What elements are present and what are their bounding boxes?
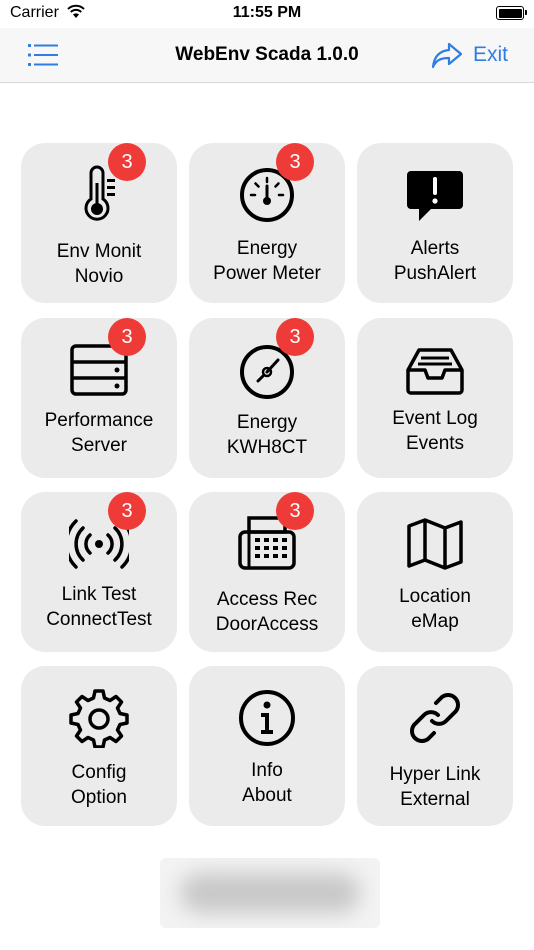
inbox-icon [406, 348, 464, 395]
status-time: 11:55 PM [232, 4, 302, 21]
tile-label-line2: Power Meter [213, 263, 321, 284]
tile-label-line1: Location [399, 586, 471, 607]
tile-alerts[interactable]: Alerts PushAlert [357, 143, 513, 303]
tile-label-line2: Events [405, 433, 465, 454]
tile-label-line2: KWH8CT [226, 437, 308, 458]
tile-info[interactable]: Info About [189, 666, 345, 826]
tile-label-line2: External [400, 789, 470, 810]
tile-label-line1: Energy [236, 412, 298, 433]
tile-access-rec[interactable]: 3 Access Rec DoorAccess [189, 492, 345, 652]
tile-label-line1: Energy [236, 238, 298, 259]
map-icon [407, 518, 463, 570]
tile-link-test[interactable]: 3 Link Test ConnectTest [21, 492, 177, 652]
status-bar: Carrier 11:55 PM [0, 0, 534, 28]
tile-location[interactable]: Location eMap [357, 492, 513, 652]
tile-label: Performance Server [21, 408, 177, 458]
tile-label: Config Option [21, 760, 177, 810]
tile-label-line2: Novio [74, 266, 124, 287]
share-arrow-icon [431, 42, 463, 69]
tile-label-line2: eMap [411, 611, 459, 632]
tile-event-log[interactable]: Event Log Events [357, 318, 513, 478]
tile-label: Access Rec DoorAccess [189, 587, 345, 637]
tile-label: Link Test ConnectTest [21, 582, 177, 632]
tile-label: Info About [189, 758, 345, 808]
tile-label-line1: Link Test [61, 584, 137, 605]
tile-label-line1: Config [71, 762, 127, 783]
battery-icon [496, 6, 527, 20]
tile-label-line2: Server [71, 435, 127, 456]
tile-label: Energy Power Meter [189, 236, 345, 286]
tile-energy-power-meter[interactable]: 3 Energy Power Meter [189, 143, 345, 303]
tile-label: Energy KWH8CT [189, 410, 345, 460]
navigation-bar: WebEnv Scada 1.0.0 Exit [0, 28, 534, 83]
gear-icon [69, 689, 129, 748]
tile-label-line1: Env Monit [56, 241, 142, 262]
notification-badge: 3 [276, 318, 314, 356]
tile-performance[interactable]: 3 Performance Server [21, 318, 177, 478]
tile-label-line2: ConnectTest [46, 609, 152, 630]
exit-button[interactable]: Exit [431, 40, 508, 70]
notification-badge: 3 [108, 318, 146, 356]
tile-label-line2: About [242, 785, 292, 806]
tile-label-line2: Option [71, 787, 127, 808]
notification-badge: 3 [276, 143, 314, 181]
notification-badge: 3 [108, 492, 146, 530]
tile-label-line1: Event Log [392, 408, 478, 429]
notification-badge: 3 [276, 492, 314, 530]
info-icon [239, 690, 295, 746]
tile-config[interactable]: Config Option [21, 666, 177, 826]
tile-energy-kwh8ct[interactable]: 3 Energy KWH8CT [189, 318, 345, 478]
tile-label-line1: Info [251, 760, 283, 781]
exit-label: Exit [472, 43, 508, 66]
notification-badge: 3 [108, 143, 146, 181]
tile-label-line1: Performance [44, 410, 154, 431]
tile-label-line1: Alerts [410, 238, 460, 259]
tile-label-line1: Access Rec [216, 589, 318, 610]
tile-label: Alerts PushAlert [357, 236, 513, 286]
tile-label-line2: DoorAccess [215, 614, 319, 635]
tile-hyper-link[interactable]: Hyper Link External [357, 666, 513, 826]
tile-label: Env Monit Novio [21, 239, 177, 289]
tile-label: Hyper Link External [357, 762, 513, 812]
alert-bubble-icon [407, 171, 463, 221]
blurred-banner [160, 858, 380, 928]
link-icon [410, 693, 460, 743]
tile-label-line2: PushAlert [393, 263, 477, 284]
tile-env-monit[interactable]: 3 Env Monit Novio [21, 143, 177, 303]
tile-label: Location eMap [357, 584, 513, 634]
tile-label-line1: Hyper Link [389, 764, 481, 785]
tile-label: Event Log Events [357, 406, 513, 456]
